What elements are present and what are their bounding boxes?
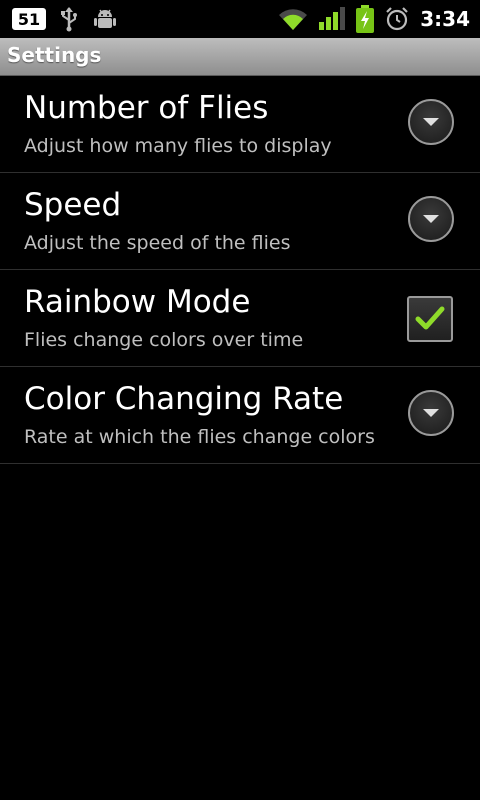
dropdown-button[interactable] — [408, 196, 454, 242]
page-title: Settings — [7, 43, 102, 67]
chevron-down-icon — [423, 409, 439, 417]
notification-count-badge[interactable]: 51 — [12, 8, 46, 30]
pref-title: Speed — [24, 187, 122, 223]
chevron-down-icon — [423, 215, 439, 223]
title-bar: Settings — [0, 38, 480, 76]
pref-number-of-flies[interactable]: Number of Flies Adjust how many flies to… — [0, 76, 480, 173]
wifi-icon — [279, 9, 308, 31]
pref-title: Color Changing Rate — [24, 381, 344, 417]
pref-color-changing-rate[interactable]: Color Changing Rate Rate at which the fl… — [0, 367, 480, 464]
rainbow-mode-checkbox[interactable] — [407, 296, 453, 342]
signal-icon — [319, 7, 346, 30]
pref-summary: Rate at which the flies change colors — [24, 426, 375, 448]
pref-summary: Adjust how many flies to display — [24, 135, 332, 157]
battery-charging-icon — [356, 5, 375, 33]
pref-speed[interactable]: Speed Adjust the speed of the flies — [0, 173, 480, 270]
check-mark-icon — [415, 306, 445, 330]
pref-summary: Adjust the speed of the flies — [24, 232, 291, 254]
usb-icon — [61, 7, 77, 32]
dropdown-button[interactable] — [408, 99, 454, 145]
chevron-down-icon — [423, 118, 439, 126]
pref-title: Rainbow Mode — [24, 284, 251, 320]
alarm-icon — [386, 7, 409, 31]
pref-title: Number of Flies — [24, 90, 269, 126]
pref-summary: Flies change colors over time — [24, 329, 304, 351]
status-bar: 51 3:34 — [0, 0, 480, 38]
dropdown-button[interactable] — [408, 390, 454, 436]
clock-time: 3:34 — [420, 7, 470, 31]
android-debug-icon — [94, 9, 116, 28]
preference-list: Number of Flies Adjust how many flies to… — [0, 76, 480, 464]
notification-count: 51 — [17, 9, 41, 29]
